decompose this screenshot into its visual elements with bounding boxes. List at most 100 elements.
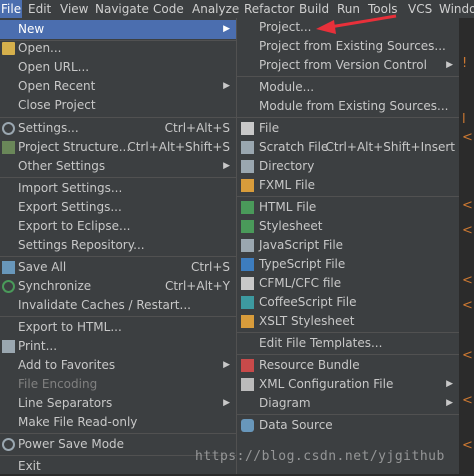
menu-view[interactable]: View [60, 0, 88, 18]
separator [0, 433, 236, 434]
menu-refactor[interactable]: Refactor [244, 0, 294, 18]
menu-window[interactable]: Windo [439, 0, 474, 18]
file-menu-save-all[interactable]: Save All Ctrl+S [0, 258, 236, 277]
shortcut-label: Ctrl+Alt+Shift+S [127, 140, 230, 154]
menu-build[interactable]: Build [299, 0, 329, 18]
new-fxml-file-label: FXML File [259, 178, 316, 192]
menu-navigate[interactable]: Navigate [95, 0, 149, 18]
new-project-vcs-label: Project from Version Control [259, 58, 427, 72]
file-menu-invalidate-caches-label: Invalidate Caches / Restart... [18, 298, 191, 312]
new-xml-config-file[interactable]: XML Configuration File ▶ [237, 375, 459, 394]
file-menu-file-encoding: File Encoding [0, 375, 236, 394]
menu-code[interactable]: Code [153, 0, 184, 18]
editor-fragment: < [462, 223, 473, 238]
file-menu-invalidate-caches[interactable]: Invalidate Caches / Restart... [0, 296, 236, 315]
file-menu-settings-repository[interactable]: Settings Repository... [0, 236, 236, 255]
new-module-label: Module... [259, 80, 315, 94]
file-menu-project-structure[interactable]: Project Structure... Ctrl+Alt+Shift+S [0, 138, 236, 157]
new-project-vcs[interactable]: Project from Version Control ▶ [237, 56, 459, 75]
file-menu-open-url[interactable]: Open URL... [0, 58, 236, 77]
directory-icon [241, 160, 254, 173]
xml-config-icon [241, 378, 254, 391]
file-menu-line-separators-label: Line Separators [18, 396, 113, 410]
new-coffeescript-file[interactable]: CoffeeScript File [237, 293, 459, 312]
new-stylesheet[interactable]: Stylesheet [237, 217, 459, 236]
separator [237, 414, 459, 415]
submenu-arrow-icon: ▶ [223, 81, 230, 91]
file-menu-open-recent[interactable]: Open Recent ▶ [0, 77, 236, 96]
file-menu-close-project[interactable]: Close Project [0, 96, 236, 115]
file-menu-exit-label: Exit [18, 459, 41, 473]
file-menu-export-eclipse-label: Export to Eclipse... [18, 219, 131, 233]
file-menu-export-html-label: Export to HTML... [18, 320, 122, 334]
editor-fragment: l [462, 112, 466, 127]
file-menu-open[interactable]: Open... [0, 39, 236, 58]
file-menu-make-read-only[interactable]: Make File Read-only [0, 413, 236, 432]
submenu-arrow-icon: ▶ [223, 398, 230, 408]
new-project-existing-sources[interactable]: Project from Existing Sources... [237, 37, 459, 56]
new-coffeescript-file-label: CoffeeScript File [259, 295, 357, 309]
new-html-file-label: HTML File [259, 200, 317, 214]
new-resource-bundle-label: Resource Bundle [259, 358, 360, 372]
menu-run[interactable]: Run [337, 0, 360, 18]
file-menu-new-label: New [18, 22, 45, 36]
file-menu-print-label: Print... [18, 339, 58, 353]
new-module-existing-sources[interactable]: Module from Existing Sources... [237, 97, 459, 116]
file-menu-other-settings-label: Other Settings [18, 159, 106, 173]
new-xslt-stylesheet[interactable]: XSLT Stylesheet [237, 312, 459, 331]
new-cfml-file[interactable]: CFML/CFC file [237, 274, 459, 293]
new-edit-file-templates[interactable]: Edit File Templates... [237, 334, 459, 353]
new-html-file[interactable]: HTML File [237, 198, 459, 217]
new-javascript-file-label: JavaScript File [259, 238, 344, 252]
separator [0, 316, 236, 317]
new-javascript-file[interactable]: JavaScript File [237, 236, 459, 255]
new-module-existing-sources-label: Module from Existing Sources... [259, 99, 449, 113]
stylesheet-icon [241, 220, 254, 233]
file-menu-synchronize[interactable]: Synchronize Ctrl+Alt+Y [0, 277, 236, 296]
file-menu-open-recent-label: Open Recent [18, 79, 96, 93]
xslt-stylesheet-icon [241, 315, 254, 328]
new-directory[interactable]: Directory [237, 157, 459, 176]
new-typescript-file[interactable]: TypeScript File [237, 255, 459, 274]
menu-file[interactable]: File [0, 0, 23, 18]
gear-icon [2, 122, 15, 135]
file-menu-export-html[interactable]: Export to HTML... [0, 318, 236, 337]
file-menu-export-settings[interactable]: Export Settings... [0, 198, 236, 217]
file-menu-line-separators[interactable]: Line Separators ▶ [0, 394, 236, 413]
file-menu-other-settings[interactable]: Other Settings ▶ [0, 157, 236, 176]
separator [237, 354, 459, 355]
new-diagram[interactable]: Diagram ▶ [237, 394, 459, 413]
shortcut-label: Ctrl+S [190, 260, 230, 274]
file-menu-add-favorites[interactable]: Add to Favorites ▶ [0, 356, 236, 375]
menu-vcs[interactable]: VCS [408, 0, 432, 18]
editor-fragment: < [462, 298, 473, 313]
separator [0, 177, 236, 178]
new-typescript-file-label: TypeScript File [259, 257, 346, 271]
project-structure-icon [2, 141, 15, 154]
editor-background: ! l < < < < < < < < [458, 18, 474, 474]
menu-edit[interactable]: Edit [28, 0, 51, 18]
new-stylesheet-label: Stylesheet [259, 219, 323, 233]
new-module[interactable]: Module... [237, 78, 459, 97]
menu-bar: File Edit View Navigate Code Analyze Ref… [0, 0, 474, 19]
submenu-arrow-icon: ▶ [223, 360, 230, 370]
scratch-file-icon [241, 141, 254, 154]
file-menu-settings-repository-label: Settings Repository... [18, 238, 145, 252]
editor-fragment: < [462, 198, 473, 213]
file-menu-new[interactable]: New ▶ [0, 20, 236, 39]
new-file[interactable]: File [237, 119, 459, 138]
menu-tools[interactable]: Tools [368, 0, 398, 18]
new-project[interactable]: Project... [237, 18, 459, 37]
file-menu-export-eclipse[interactable]: Export to Eclipse... [0, 217, 236, 236]
new-scratch-file[interactable]: Scratch File Ctrl+Alt+Shift+Insert [237, 138, 459, 157]
new-fxml-file[interactable]: FXML File [237, 176, 459, 195]
coffeescript-file-icon [241, 296, 254, 309]
menu-analyze[interactable]: Analyze [192, 0, 239, 18]
file-menu-import-settings[interactable]: Import Settings... [0, 179, 236, 198]
file-menu-settings[interactable]: Settings... Ctrl+Alt+S [0, 119, 236, 138]
resource-bundle-icon [241, 359, 254, 372]
file-menu-print[interactable]: Print... [0, 337, 236, 356]
new-data-source[interactable]: Data Source [237, 416, 459, 435]
file-menu-export-settings-label: Export Settings... [18, 200, 122, 214]
new-resource-bundle[interactable]: Resource Bundle [237, 356, 459, 375]
